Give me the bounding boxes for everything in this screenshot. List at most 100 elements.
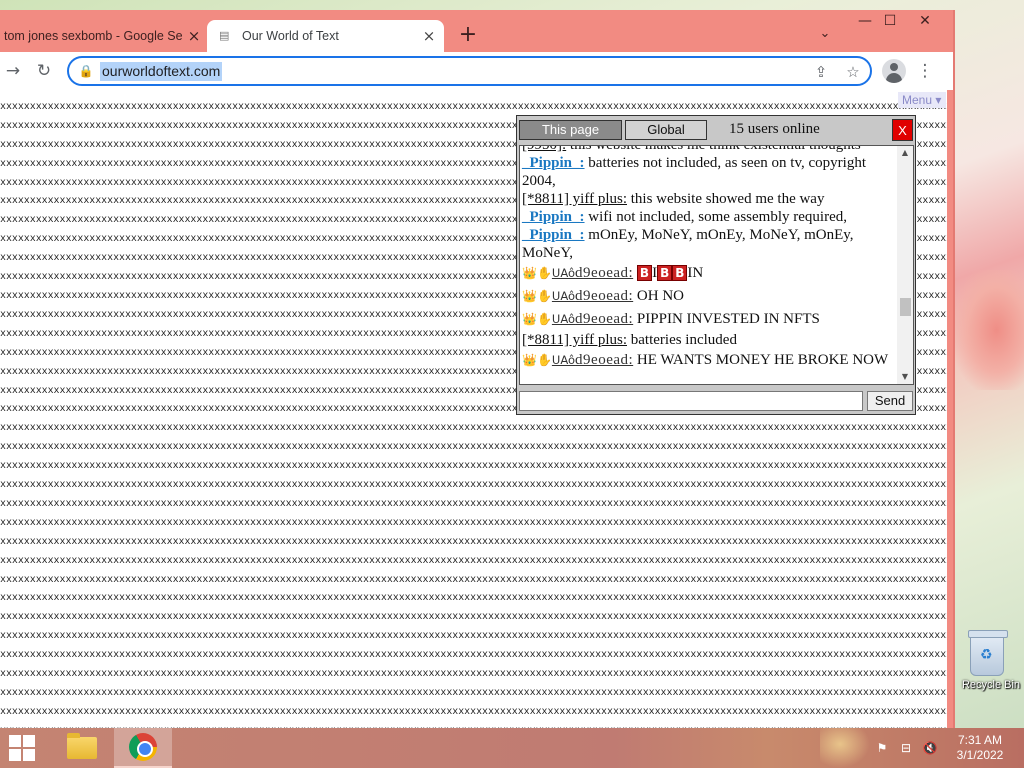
chat-nickname[interactable]: UAôd9eoead: xyxy=(551,288,634,304)
chat-close-button[interactable]: X xyxy=(892,119,913,141)
taskbar-file-explorer[interactable] xyxy=(56,728,108,768)
network-icon[interactable]: ⊟ xyxy=(898,740,914,756)
clock-date: 3/1/2022 xyxy=(956,748,1004,762)
crown-emoji-icon: 👑 xyxy=(522,312,537,326)
volume-muted-icon[interactable]: 🔇 xyxy=(922,740,938,756)
chat-message: [9950]: this website makes me think exis… xyxy=(522,146,894,154)
chat-message: _Pippin_: wifi not included, some assemb… xyxy=(522,208,894,226)
desktop-background-accent xyxy=(955,270,1024,390)
start-pane xyxy=(9,749,21,761)
chat-window: This page Global 15 users online X [9950… xyxy=(516,115,916,415)
crown-emoji-icon: 👑 xyxy=(522,289,537,303)
chat-message: 👑✋UAôd9eoead: PIPPIN INVESTED IN NFTS xyxy=(522,308,894,331)
chat-nickname[interactable]: _Pippin_: xyxy=(522,227,585,243)
profile-avatar-icon[interactable] xyxy=(882,59,906,83)
reload-icon[interactable]: ↻ xyxy=(31,58,57,84)
nick-main: d9eoead: xyxy=(575,352,634,368)
chat-message: 👑✋UAôd9eoead: B I B B IN xyxy=(522,262,894,285)
recycle-bin-label: Recycle Bin xyxy=(961,679,1021,691)
nick-prefix: UAô xyxy=(551,312,576,326)
chat-message: [*8811] yiff plus: batteries included xyxy=(522,331,894,349)
address-bar[interactable]: 🔒 ourworldoftext.com ⇪ ☆ xyxy=(67,56,872,86)
chat-input[interactable] xyxy=(519,391,863,411)
chat-message: 👑✋UAôd9eoead: HE WANTS MONEY HE BROKE NO… xyxy=(522,349,894,372)
chat-nickname[interactable]: UAôd9eoead: xyxy=(552,265,633,281)
tab-search-icon[interactable]: ⌄ xyxy=(815,26,835,46)
chat-nickname[interactable]: [*8811] yiff plus: xyxy=(522,332,627,348)
maximize-icon[interactable]: ☐ xyxy=(873,10,907,32)
owot-favicon-icon: ▤ xyxy=(219,29,230,42)
tab-google-search[interactable]: tom jones sexbomb - Google Se × xyxy=(0,20,205,52)
forward-icon[interactable]: → xyxy=(0,58,26,84)
menu-label: Menu xyxy=(902,93,933,107)
chat-nickname[interactable]: UAôd9eoead: xyxy=(551,352,634,368)
b-emoji-icon: B xyxy=(657,265,673,281)
owot-menu-button[interactable]: Menu ▾ xyxy=(898,92,946,108)
start-pane xyxy=(9,735,21,747)
chat-message: 👑✋UAôd9eoead: OH NO xyxy=(522,285,894,308)
chat-nickname[interactable]: UAôd9eoead: xyxy=(551,311,634,327)
hand-emoji-icon: ✋ xyxy=(536,312,552,326)
recycle-bin[interactable]: ♻ Recycle Bin xyxy=(950,630,1024,700)
chat-message-text: this website showed me the way xyxy=(630,191,825,207)
start-windows-icon[interactable] xyxy=(6,734,36,762)
scroll-up-icon[interactable]: ▲ xyxy=(897,146,913,160)
chat-nickname[interactable]: [*8811] yiff plus: xyxy=(522,191,627,207)
chat-message-text: batteries included xyxy=(630,332,737,348)
bookmark-star-icon[interactable]: ☆ xyxy=(842,61,864,83)
chat-header: This page Global 15 users online X xyxy=(517,116,915,144)
tab-title: Our World of Text xyxy=(242,29,339,43)
chat-message: _Pippin_: mOnEy, MoNeY, mOnEy, MoNeY, mO… xyxy=(522,226,894,262)
chat-tab-global[interactable]: Global xyxy=(625,120,707,140)
nick-prefix: UAô xyxy=(551,289,576,303)
chat-messages: [9950]: this website makes me think exis… xyxy=(522,146,894,372)
nick-prefix: UAô xyxy=(551,353,576,367)
chat-message-text: HE WANTS MONEY HE BROKE NOW xyxy=(636,352,889,368)
users-online-count: 15 users online xyxy=(729,121,820,137)
chat-tab-this-page[interactable]: This page xyxy=(519,120,622,140)
tab-close-icon[interactable]: × xyxy=(183,27,205,45)
taskbar-glow xyxy=(820,728,870,768)
window-close-icon[interactable]: ✕ xyxy=(908,10,942,32)
chat-nickname[interactable]: [9950]: xyxy=(522,146,566,153)
browser-toolbar: → ↻ 🔒 ourworldoftext.com ⇪ ☆ ⋮ xyxy=(0,52,953,90)
crown-emoji-icon: 👑 xyxy=(522,266,537,280)
start-pane xyxy=(23,735,35,747)
b-emoji-icon: B xyxy=(636,265,653,281)
hand-emoji-icon: ✋ xyxy=(536,289,552,303)
url-text[interactable]: ourworldoftext.com xyxy=(100,62,223,81)
chat-message: _Pippin_: batteries not included, as see… xyxy=(522,154,894,190)
scroll-thumb[interactable] xyxy=(900,298,911,316)
chrome-icon xyxy=(129,733,157,761)
nick-main: d9eoead: xyxy=(575,311,634,327)
b-emoji-icon: B xyxy=(672,265,688,281)
tab-close-icon[interactable]: × xyxy=(418,27,440,45)
chat-message-list[interactable]: [9950]: this website makes me think exis… xyxy=(519,145,914,385)
folder-icon xyxy=(67,733,97,759)
tab-title: tom jones sexbomb - Google Se xyxy=(4,29,183,43)
chat-nickname[interactable]: _Pippin_: xyxy=(522,209,585,225)
lock-icon[interactable]: 🔒 xyxy=(78,63,94,79)
flag-icon[interactable]: ⚑ xyxy=(874,740,890,756)
clock-time: 7:31 AM xyxy=(957,733,1003,747)
nick-main: d9eoead: xyxy=(575,288,634,304)
new-tab-button[interactable]: + xyxy=(456,24,480,48)
taskbar-chrome[interactable] xyxy=(114,728,172,768)
chat-nickname[interactable]: _Pippin_: xyxy=(522,155,585,171)
tab-our-world-of-text[interactable]: ▤ Our World of Text × xyxy=(207,20,444,52)
recycle-bin-icon: ♻ xyxy=(968,630,1008,676)
chat-message-text: OH NO xyxy=(636,288,685,304)
hand-emoji-icon: ✋ xyxy=(536,353,552,367)
chat-message-text: PIPPIN INVESTED IN NFTS xyxy=(636,311,820,327)
tab-strip: tom jones sexbomb - Google Se × ▤ Our Wo… xyxy=(0,10,955,52)
recycle-glyph: ♻ xyxy=(980,647,993,663)
chat-scrollbar[interactable]: ▲ ▼ xyxy=(897,146,913,384)
chat-message: [*8811] yiff plus: this website showed m… xyxy=(522,190,894,208)
scroll-down-icon[interactable]: ▼ xyxy=(897,370,913,384)
clock[interactable]: 7:31 AM 3/1/2022 xyxy=(950,733,1010,763)
chat-message-text: wifi not included, some assembly require… xyxy=(588,209,847,225)
crown-emoji-icon: 👑 xyxy=(522,353,537,367)
share-icon[interactable]: ⇪ xyxy=(810,61,832,83)
browser-menu-icon[interactable]: ⋮ xyxy=(912,58,938,84)
chat-send-button[interactable]: Send xyxy=(867,391,913,411)
